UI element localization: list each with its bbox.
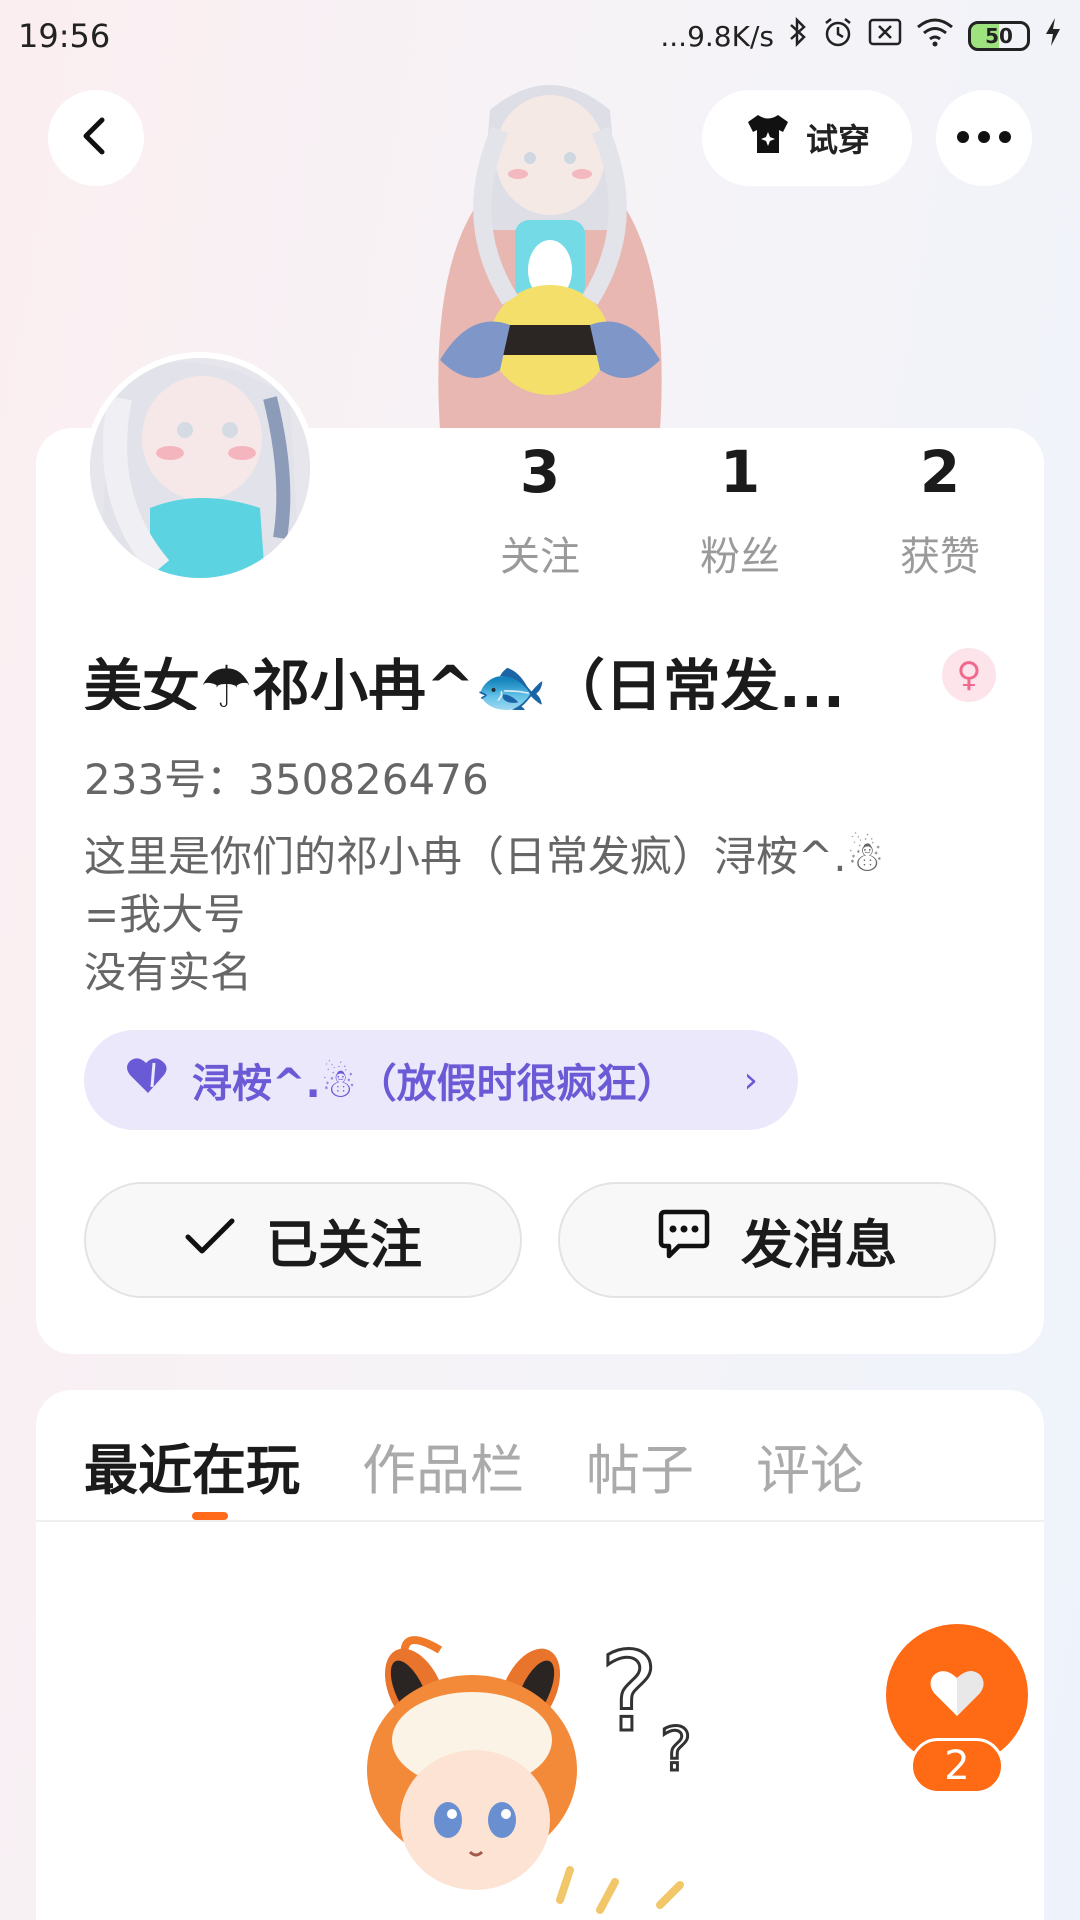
try-on-button[interactable]: 试穿 bbox=[702, 90, 912, 186]
active-tab-indicator bbox=[192, 1512, 228, 1520]
empty-state-mascot: ? ? bbox=[330, 1620, 760, 1920]
send-message-label: 发消息 bbox=[740, 1215, 897, 1276]
send-message-button[interactable]: 发消息 bbox=[558, 1182, 996, 1298]
battery-level: 50 bbox=[985, 24, 1013, 48]
stat-label: 关注 bbox=[500, 534, 580, 580]
user-id[interactable]: 233号：350826476 bbox=[84, 746, 489, 807]
bio: 这里是你们的祁小冉（日常发疯）浔桉^.☃ =我大号 没有实名 bbox=[84, 832, 885, 997]
stat-value: 3 bbox=[519, 438, 561, 506]
network-speed: ...9.8K/s bbox=[660, 19, 774, 53]
try-on-label: 试穿 bbox=[805, 121, 870, 159]
avatar[interactable] bbox=[84, 352, 316, 584]
check-icon bbox=[184, 1210, 236, 1270]
alarm-icon bbox=[822, 16, 854, 56]
following-button[interactable]: 已关注 bbox=[84, 1182, 522, 1298]
wifi-icon bbox=[916, 17, 954, 55]
chat-bubble-icon bbox=[657, 1208, 711, 1273]
group-link[interactable]: 浔桉^.☃（放假时很疯狂） › bbox=[84, 1030, 798, 1130]
bluetooth-icon bbox=[788, 16, 808, 55]
stat-value: 2 bbox=[919, 438, 961, 506]
status-time: 19:56 bbox=[18, 17, 111, 55]
back-icon bbox=[78, 116, 114, 160]
tab-comments[interactable]: 评论 bbox=[756, 1426, 864, 1505]
like-count-badge: 2 bbox=[910, 1738, 1004, 1794]
avatar-figure bbox=[400, 70, 700, 430]
stat-value: 1 bbox=[719, 438, 761, 506]
group-label: 浔桉^.☃（放假时很疯狂） bbox=[192, 1061, 677, 1107]
back-button[interactable] bbox=[48, 90, 144, 186]
following-label: 已关注 bbox=[265, 1215, 422, 1276]
heart-group-icon bbox=[124, 1055, 172, 1105]
stat-followers[interactable]: 1 粉丝 bbox=[640, 440, 840, 580]
stat-label: 粉丝 bbox=[700, 534, 780, 580]
nickname: 美女☂祁小冉^🐟（日常发... bbox=[84, 653, 845, 710]
profile-stats: 3 关注 1 粉丝 2 获赞 bbox=[440, 440, 1040, 580]
gender-female-icon: ♀ bbox=[942, 648, 996, 702]
stat-label: 获赞 bbox=[900, 534, 980, 580]
tab-works[interactable]: 作品栏 bbox=[362, 1426, 524, 1505]
stat-following[interactable]: 3 关注 bbox=[440, 440, 640, 580]
tab-recently-played[interactable]: 最近在玩 bbox=[84, 1426, 300, 1505]
tab-posts[interactable]: 帖子 bbox=[586, 1426, 694, 1505]
more-button[interactable] bbox=[936, 90, 1032, 186]
shirt-icon bbox=[744, 112, 792, 164]
tab-bar: 最近在玩 作品栏 帖子 评论 bbox=[84, 1426, 864, 1505]
more-icon bbox=[956, 129, 1012, 148]
svg-text:?: ? bbox=[660, 1715, 692, 1785]
status-icons: ...9.8K/s 50 bbox=[660, 16, 1062, 56]
battery-icon: 50 bbox=[968, 21, 1030, 51]
tabs-divider bbox=[36, 1520, 1044, 1522]
heart-icon bbox=[927, 1666, 987, 1724]
sim-off-icon bbox=[868, 18, 902, 54]
svg-text:?: ? bbox=[600, 1628, 658, 1756]
chevron-right-icon: › bbox=[743, 1059, 758, 1101]
status-bar: 19:56 ...9.8K/s 50 bbox=[0, 0, 1080, 72]
stat-likes[interactable]: 2 获赞 bbox=[840, 440, 1040, 580]
charging-icon bbox=[1044, 17, 1062, 55]
